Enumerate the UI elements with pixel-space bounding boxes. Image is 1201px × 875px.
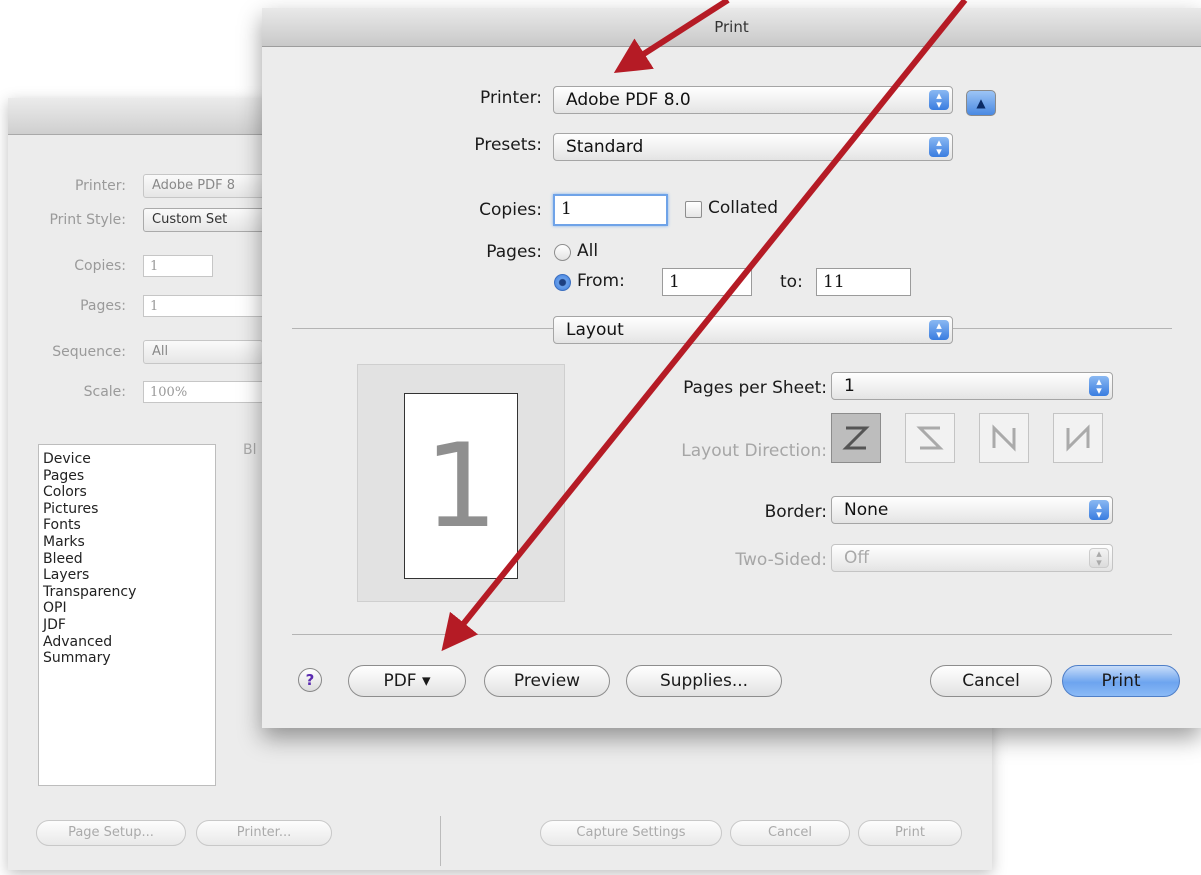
presets-popup[interactable]: Standard ▴ ▾ [553,133,953,161]
section-popup[interactable]: Layout ▴ ▾ [553,316,953,344]
bg-sequence-label: Sequence: [52,344,126,360]
pages-all-radio[interactable] [554,244,571,261]
collated-checkbox[interactable] [685,201,702,218]
bg-sequence-popup[interactable]: All [143,340,263,364]
printer-label: Printer: [480,88,542,108]
pages-from-field[interactable]: 1 [662,268,752,296]
cancel-button[interactable]: Cancel [930,665,1052,697]
direction-s-icon [916,426,944,450]
bg-pages-field[interactable]: 1 [143,295,263,317]
popup-stepper-icon: ▴ ▾ [929,90,949,110]
layout-direction-reverse-n-button[interactable] [1053,413,1103,463]
pages-from-radio[interactable] [554,274,571,291]
list-item[interactable]: Marks [43,534,215,551]
layout-direction-n-button[interactable] [979,413,1029,463]
pages-from-label[interactable]: From: [577,271,625,291]
section-separator-right [952,328,1172,329]
bg-pages-label: Pages: [80,298,126,314]
list-item[interactable]: OPI [43,600,215,617]
bg-printer-label: Printer: [74,178,126,194]
page-preview: 1 [357,364,565,602]
list-item[interactable]: Fonts [43,517,215,534]
list-item[interactable]: Device [43,451,215,468]
border-popup-value: None [844,500,889,520]
list-item[interactable]: Pages [43,468,215,485]
direction-n-icon [992,424,1016,452]
bg-cancel-button[interactable]: Cancel [730,820,850,846]
two-sided-popup[interactable]: Off ▴ ▾ [831,544,1113,572]
two-sided-popup-value: Off [844,548,870,568]
bg-print-button[interactable]: Print [858,820,962,846]
bottom-separator [292,634,1172,635]
bg-printer-button[interactable]: Printer... [196,820,332,846]
printer-popup[interactable]: Adobe PDF 8.0 ▴ ▾ [553,86,953,114]
pages-per-sheet-popup[interactable]: 1 ▴ ▾ [831,372,1113,400]
direction-reverse-n-icon [1066,424,1090,452]
print-dialog-title: Print [262,8,1201,47]
presets-popup-value: Standard [566,137,644,157]
bg-scale-field[interactable]: 100% [143,381,263,403]
bg-copies-field[interactable]: 1 [143,255,213,277]
direction-z-icon [842,426,870,450]
popup-stepper-icon: ▴ ▾ [929,320,949,340]
bg-print-style-popup[interactable]: Custom Set [143,208,273,232]
popup-stepper-icon: ▴ ▾ [929,137,949,157]
list-item[interactable]: Colors [43,484,215,501]
pages-label: Pages: [486,242,542,262]
bg-section-heading: Bl [243,442,257,458]
print-dialog: Print Printer: Adobe PDF 8.0 ▴ ▾ ▲ Preset… [262,8,1201,728]
popup-stepper-icon: ▴ ▾ [1089,376,1109,396]
collapse-details-button[interactable]: ▲ [966,90,996,116]
border-popup[interactable]: None ▴ ▾ [831,496,1113,524]
list-item[interactable]: Bleed [43,551,215,568]
help-icon[interactable]: ? [298,668,322,692]
border-label: Border: [764,502,827,522]
popup-stepper-icon: ▴ ▾ [1089,500,1109,520]
pages-all-label[interactable]: All [577,241,598,261]
pages-per-sheet-value: 1 [844,376,855,396]
layout-direction-s-button[interactable] [905,413,955,463]
bg-button-divider [440,816,441,866]
bg-scale-label: Scale: [83,384,126,400]
collated-label[interactable]: Collated [708,198,778,218]
list-item[interactable]: Advanced [43,634,215,651]
two-sided-label: Two-Sided: [735,550,827,570]
printer-popup-value: Adobe PDF 8.0 [566,90,691,110]
pages-to-label: to: [780,272,803,292]
section-popup-value: Layout [566,320,624,340]
list-item[interactable]: Summary [43,650,215,667]
bg-copies-label: Copies: [74,258,126,274]
presets-label: Presets: [474,135,542,155]
copies-label: Copies: [479,200,542,220]
preview-button[interactable]: Preview [484,665,610,697]
bg-category-list[interactable]: Device Pages Colors Pictures Fonts Marks… [38,444,216,786]
layout-direction-z-button[interactable] [831,413,881,463]
preview-page-thumbnail: 1 [404,393,518,579]
bg-print-style-label: Print Style: [49,212,126,228]
print-button[interactable]: Print [1062,665,1180,697]
popup-stepper-icon: ▴ ▾ [1089,548,1109,568]
list-item[interactable]: Layers [43,567,215,584]
bg-capture-settings-button[interactable]: Capture Settings [540,820,722,846]
pdf-menu-button[interactable]: PDF ▾ [348,665,466,697]
bg-page-setup-button[interactable]: Page Setup... [36,820,186,846]
list-item[interactable]: Pictures [43,501,215,518]
layout-direction-label: Layout Direction: [681,441,827,461]
bg-printer-popup[interactable]: Adobe PDF 8 [143,174,273,198]
copies-field[interactable]: 1 [553,194,668,226]
section-separator-left [292,328,554,329]
supplies-button[interactable]: Supplies... [626,665,782,697]
list-item[interactable]: Transparency [43,584,215,601]
pages-to-field[interactable]: 11 [816,268,911,296]
pages-per-sheet-label: Pages per Sheet: [683,378,827,398]
list-item[interactable]: JDF [43,617,215,634]
